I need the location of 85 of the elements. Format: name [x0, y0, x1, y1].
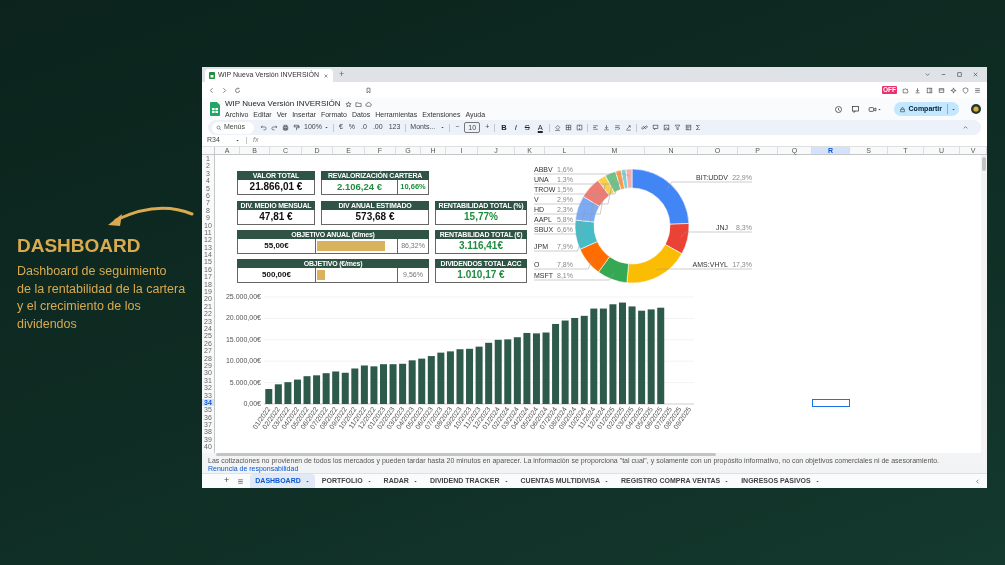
back-icon[interactable]	[208, 86, 215, 94]
leader-line	[533, 233, 583, 252]
folder-icon[interactable]	[355, 100, 363, 108]
chevron-left-icon[interactable]	[974, 477, 981, 485]
video-camera-icon	[867, 104, 877, 114]
image-icon[interactable]	[662, 124, 670, 131]
star-icon[interactable]	[345, 100, 353, 108]
scrollbar-thumb[interactable]	[982, 157, 986, 171]
chevron-up-icon[interactable]	[962, 124, 969, 131]
sheets-logo-icon[interactable]	[210, 102, 220, 116]
bar	[370, 366, 378, 404]
document-title[interactable]: WIP Nueva Versión INVERSIÓN	[225, 99, 341, 109]
kpi-value: 1.010,17 €	[456, 268, 506, 282]
new-tab-button[interactable]: +	[339, 68, 345, 81]
video-call-button[interactable]	[867, 104, 882, 114]
text-rotate-icon[interactable]	[624, 124, 632, 131]
sheet-list-icon[interactable]	[237, 477, 245, 485]
minimize-icon[interactable]	[940, 71, 947, 78]
shield-icon[interactable]	[962, 86, 969, 94]
caret-icon	[503, 478, 509, 484]
filter-views-icon[interactable]	[684, 124, 692, 131]
print-icon[interactable]	[282, 124, 289, 131]
bar	[456, 349, 464, 404]
caret-icon	[323, 125, 329, 130]
caret-icon	[366, 478, 372, 484]
link-icon[interactable]	[640, 124, 648, 131]
leader-line	[533, 257, 594, 270]
caret-icon	[604, 478, 609, 484]
kpi-value: 3.116,41€	[458, 239, 504, 253]
caret-icon	[304, 478, 310, 484]
bar	[389, 364, 397, 404]
extension-icon[interactable]	[902, 86, 909, 94]
align-icon[interactable]	[591, 124, 599, 131]
history-icon[interactable]	[833, 104, 843, 114]
menu-icon[interactable]	[974, 86, 981, 94]
kpi-value: 500,00€	[238, 268, 316, 282]
selected-cell[interactable]	[812, 399, 850, 407]
chevron-down-icon[interactable]	[924, 71, 931, 78]
caret-icon	[440, 125, 446, 130]
avatar-icon[interactable]	[971, 104, 981, 114]
scrollbar-thumb[interactable]	[216, 453, 716, 456]
comment-icon[interactable]	[651, 124, 659, 131]
undo-icon[interactable]	[260, 124, 267, 131]
caret-icon	[814, 478, 820, 484]
wallet-icon[interactable]	[938, 86, 945, 94]
kpi-value: 573,68 €	[354, 210, 396, 224]
merge-cells-icon[interactable]	[575, 124, 583, 131]
download-icon[interactable]	[914, 86, 921, 94]
caret-icon	[876, 106, 882, 112]
slide-description: Dashboard de seguimiento de la rentabilidad de la cartera y el crecimiento de los dividendos	[17, 263, 187, 333]
text-wrap-icon[interactable]	[613, 124, 621, 131]
borders-icon[interactable]	[564, 124, 572, 131]
search-icon	[216, 124, 222, 131]
caret-icon	[412, 478, 418, 484]
cloud-icon[interactable]	[365, 100, 373, 108]
caret-icon[interactable]	[235, 138, 240, 143]
vertical-align-icon[interactable]	[602, 124, 610, 131]
comment-icon[interactable]	[850, 104, 860, 114]
fill-color-icon[interactable]	[553, 124, 561, 131]
redo-icon[interactable]	[271, 124, 278, 131]
sheets-icon	[209, 72, 215, 79]
close-icon[interactable]	[323, 72, 329, 79]
add-sheet-button[interactable]: +	[222, 474, 232, 488]
forward-icon[interactable]	[221, 86, 228, 94]
filter-icon[interactable]	[673, 124, 681, 131]
bar	[542, 332, 550, 404]
bookmark-icon[interactable]	[365, 86, 372, 94]
caret-icon	[951, 106, 956, 112]
slide-heading: DASHBOARD	[17, 234, 142, 258]
sparkle-icon[interactable]	[950, 86, 957, 94]
kpi-value: 47,81 €	[258, 210, 294, 224]
reload-icon[interactable]	[234, 86, 241, 94]
sidebar-icon[interactable]	[926, 86, 933, 94]
kpi-value: 55,00€	[238, 239, 316, 253]
kpi-value: 21.866,01 €	[248, 180, 304, 194]
bar	[380, 364, 387, 404]
bar	[303, 376, 311, 404]
lock-icon	[898, 105, 906, 113]
caret-icon	[724, 478, 730, 484]
maximize-icon[interactable]	[956, 71, 963, 78]
close-icon[interactable]	[972, 71, 979, 78]
kpi-value: 2.106,24 €	[322, 180, 398, 194]
paint-format-icon[interactable]	[293, 124, 300, 131]
leader-line	[533, 209, 585, 235]
kpi-value: 15,77%	[463, 210, 499, 224]
